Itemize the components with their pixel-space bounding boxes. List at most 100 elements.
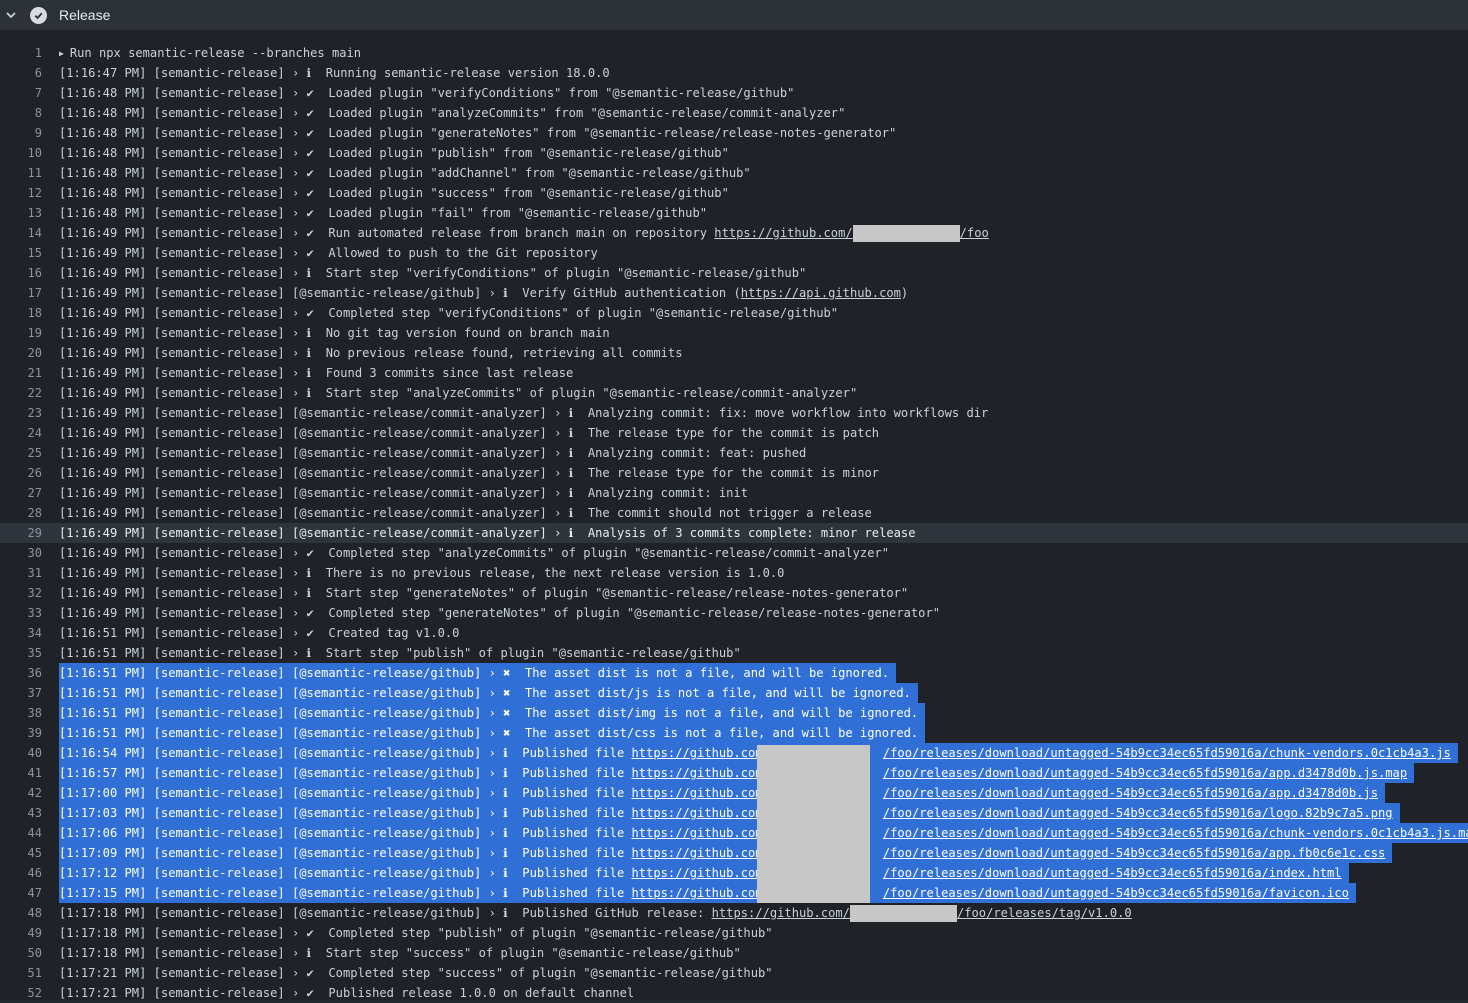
- line-number[interactable]: 51: [0, 963, 42, 983]
- log-line[interactable]: 42 [1:17:00 PM] [semantic-release] [@sema…: [0, 783, 1468, 803]
- expand-triangle-icon[interactable]: ▶: [59, 49, 64, 58]
- log-line[interactable]: 21 [1:16:49 PM] [semantic-release] › ℹ Fo…: [0, 363, 1468, 383]
- log-line[interactable]: 48 [1:17:18 PM] [semantic-release] [@sema…: [0, 903, 1468, 923]
- log-link[interactable]: /foo/releases/download/untagged-54b9cc34…: [883, 846, 1385, 860]
- log-link[interactable]: https://github.com/: [632, 746, 770, 760]
- line-number[interactable]: 15: [0, 243, 42, 263]
- log-line[interactable]: 13 [1:16:48 PM] [semantic-release] › ✔ Lo…: [0, 203, 1468, 223]
- log-link[interactable]: /foo: [960, 226, 989, 240]
- log-line[interactable]: 12 [1:16:48 PM] [semantic-release] › ✔ Lo…: [0, 183, 1468, 203]
- line-number[interactable]: 40: [0, 743, 42, 763]
- line-number[interactable]: 44: [0, 823, 42, 843]
- line-number[interactable]: 41: [0, 763, 42, 783]
- log-line[interactable]: 37 [1:16:51 PM] [semantic-release] [@sema…: [0, 683, 1468, 703]
- line-number[interactable]: 47: [0, 883, 42, 903]
- line-number[interactable]: 17: [0, 283, 42, 303]
- line-number[interactable]: 43: [0, 803, 42, 823]
- line-number[interactable]: 1: [0, 43, 42, 63]
- log-link[interactable]: /foo/releases/download/untagged-54b9cc34…: [883, 766, 1407, 780]
- log-link[interactable]: /foo/releases/download/untagged-54b9cc34…: [883, 826, 1468, 840]
- line-number[interactable]: 19: [0, 323, 42, 343]
- log-link[interactable]: https://github.com/: [712, 906, 850, 920]
- line-number[interactable]: 8: [0, 103, 42, 123]
- log-line[interactable]: 19 [1:16:49 PM] [semantic-release] › ℹ No…: [0, 323, 1468, 343]
- log-link[interactable]: https://github.com/: [632, 866, 770, 880]
- log-line[interactable]: 6 [1:16:47 PM] [semantic-release] › ℹ Run…: [0, 63, 1468, 83]
- line-number[interactable]: 38: [0, 703, 42, 723]
- line-number[interactable]: 35: [0, 643, 42, 663]
- log-line[interactable]: 23 [1:16:49 PM] [semantic-release] [@sema…: [0, 403, 1468, 423]
- log-line[interactable]: 41 [1:16:57 PM] [semantic-release] [@sema…: [0, 763, 1468, 783]
- log-line[interactable]: 51 [1:17:21 PM] [semantic-release] › ✔ Co…: [0, 963, 1468, 983]
- log-line[interactable]: 11 [1:16:48 PM] [semantic-release] › ✔ Lo…: [0, 163, 1468, 183]
- line-number[interactable]: 30: [0, 543, 42, 563]
- line-number[interactable]: 12: [0, 183, 42, 203]
- line-number[interactable]: 36: [0, 663, 42, 683]
- line-number[interactable]: 22: [0, 383, 42, 403]
- log-line[interactable]: 15 [1:16:49 PM] [semantic-release] › ✔ Al…: [0, 243, 1468, 263]
- log-line[interactable]: 46 [1:17:12 PM] [semantic-release] [@sema…: [0, 863, 1468, 883]
- line-number[interactable]: 28: [0, 503, 42, 523]
- line-number[interactable]: 49: [0, 923, 42, 943]
- log-line[interactable]: 17 [1:16:49 PM] [semantic-release] [@sema…: [0, 283, 1468, 303]
- line-number[interactable]: 27: [0, 483, 42, 503]
- log-line[interactable]: 20 [1:16:49 PM] [semantic-release] › ℹ No…: [0, 343, 1468, 363]
- log-line[interactable]: 52 [1:17:21 PM] [semantic-release] › ✔ Pu…: [0, 983, 1468, 1003]
- log-line[interactable]: 35 [1:16:51 PM] [semantic-release] › ℹ St…: [0, 643, 1468, 663]
- line-number[interactable]: 46: [0, 863, 42, 883]
- log-link[interactable]: /foo/releases/download/untagged-54b9cc34…: [883, 886, 1349, 900]
- line-number[interactable]: 45: [0, 843, 42, 863]
- log-link[interactable]: https://github.com/: [632, 846, 770, 860]
- line-number[interactable]: 6: [0, 63, 42, 83]
- log-line[interactable]: 36 [1:16:51 PM] [semantic-release] [@sema…: [0, 663, 1468, 683]
- line-number[interactable]: 50: [0, 943, 42, 963]
- log-link[interactable]: /foo/releases/download/untagged-54b9cc34…: [883, 746, 1451, 760]
- log-line[interactable]: 45 [1:17:09 PM] [semantic-release] [@sema…: [0, 843, 1468, 863]
- log-link[interactable]: /foo/releases/tag/v1.0.0: [957, 906, 1132, 920]
- log-line[interactable]: 30 [1:16:49 PM] [semantic-release] › ✔ Co…: [0, 543, 1468, 563]
- line-number[interactable]: 14: [0, 223, 42, 243]
- log-line[interactable]: 10 [1:16:48 PM] [semantic-release] › ✔ Lo…: [0, 143, 1468, 163]
- log-line[interactable]: 38 [1:16:51 PM] [semantic-release] [@sema…: [0, 703, 1468, 723]
- line-number[interactable]: 31: [0, 563, 42, 583]
- log-link[interactable]: https://github.com/: [632, 886, 770, 900]
- line-number[interactable]: 7: [0, 83, 42, 103]
- log-line[interactable]: 7 [1:16:48 PM] [semantic-release] › ✔ Loa…: [0, 83, 1468, 103]
- log-line[interactable]: 32 [1:16:49 PM] [semantic-release] › ℹ St…: [0, 583, 1468, 603]
- line-number[interactable]: 10: [0, 143, 42, 163]
- log-line[interactable]: 27 [1:16:49 PM] [semantic-release] [@sema…: [0, 483, 1468, 503]
- log-line[interactable]: 18 [1:16:49 PM] [semantic-release] › ✔ Co…: [0, 303, 1468, 323]
- line-number[interactable]: 37: [0, 683, 42, 703]
- line-number[interactable]: 11: [0, 163, 42, 183]
- line-number[interactable]: 23: [0, 403, 42, 423]
- log-line[interactable]: 29 [1:16:49 PM] [semantic-release] [@sema…: [0, 523, 1468, 543]
- step-header[interactable]: Release: [0, 0, 1468, 30]
- line-number[interactable]: 39: [0, 723, 42, 743]
- log-link[interactable]: /foo/releases/download/untagged-54b9cc34…: [883, 806, 1393, 820]
- line-number[interactable]: 29: [0, 523, 42, 543]
- chevron-down-icon[interactable]: [5, 9, 17, 21]
- log-line[interactable]: 16 [1:16:49 PM] [semantic-release] › ℹ St…: [0, 263, 1468, 283]
- log-line[interactable]: 25 [1:16:49 PM] [semantic-release] [@sema…: [0, 443, 1468, 463]
- line-number[interactable]: 26: [0, 463, 42, 483]
- log-line[interactable]: 9 [1:16:48 PM] [semantic-release] › ✔ Loa…: [0, 123, 1468, 143]
- line-number[interactable]: 20: [0, 343, 42, 363]
- log-line[interactable]: 47 [1:17:15 PM] [semantic-release] [@sema…: [0, 883, 1468, 903]
- log-link[interactable]: https://github.com/: [714, 226, 852, 240]
- log-line[interactable]: 8 [1:16:48 PM] [semantic-release] › ✔ Loa…: [0, 103, 1468, 123]
- log-link[interactable]: https://github.com/: [632, 766, 770, 780]
- log-line[interactable]: 44 [1:17:06 PM] [semantic-release] [@sema…: [0, 823, 1468, 843]
- log-link[interactable]: https://github.com/: [632, 826, 770, 840]
- log-link[interactable]: /foo/releases/download/untagged-54b9cc34…: [883, 866, 1342, 880]
- line-number[interactable]: 33: [0, 603, 42, 623]
- log-line[interactable]: 28 [1:16:49 PM] [semantic-release] [@sema…: [0, 503, 1468, 523]
- line-number[interactable]: 18: [0, 303, 42, 323]
- line-number[interactable]: 21: [0, 363, 42, 383]
- line-number[interactable]: 48: [0, 903, 42, 923]
- line-number[interactable]: 52: [0, 983, 42, 1003]
- log-line[interactable]: 14 [1:16:49 PM] [semantic-release] › ✔ Ru…: [0, 223, 1468, 243]
- log-line[interactable]: 31 [1:16:49 PM] [semantic-release] › ℹ Th…: [0, 563, 1468, 583]
- log-line[interactable]: 24 [1:16:49 PM] [semantic-release] [@sema…: [0, 423, 1468, 443]
- log-line[interactable]: 50 [1:17:18 PM] [semantic-release] › ℹ St…: [0, 943, 1468, 963]
- line-number[interactable]: 24: [0, 423, 42, 443]
